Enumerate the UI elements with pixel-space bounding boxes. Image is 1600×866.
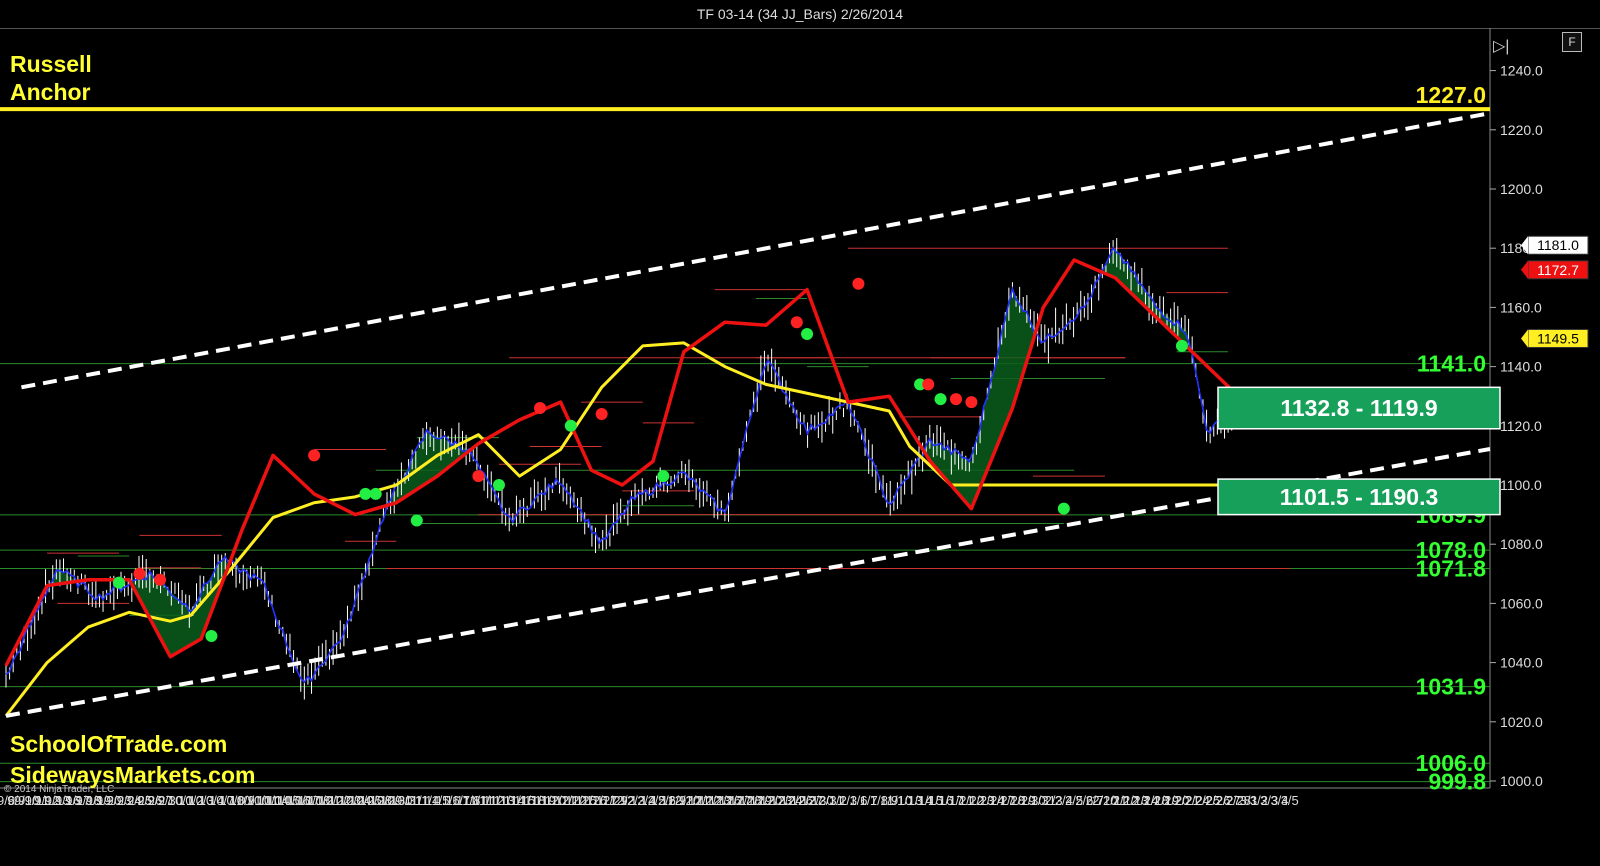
- window-title: TF 03-14 (34 JJ_Bars) 2/26/2014: [696, 6, 904, 22]
- signal-dot: [154, 573, 167, 586]
- price-tag-pointer: [1521, 260, 1528, 279]
- level-label: 999.8: [1428, 769, 1486, 795]
- scroll-to-end-icon[interactable]: ▷|: [1493, 36, 1517, 56]
- level-label: 1031.9: [1416, 674, 1486, 700]
- signal-dot: [133, 567, 146, 580]
- y-tick-label: 1000.0: [1500, 773, 1543, 789]
- price-tag-pointer: [1521, 329, 1528, 348]
- slow-average-line: [4, 341, 1259, 717]
- signal-dot: [934, 393, 947, 406]
- signal-dot: [965, 396, 978, 409]
- y-tick-label: 1060.0: [1500, 595, 1543, 611]
- signal-dot: [112, 576, 125, 589]
- y-tick-label: 1040.0: [1500, 655, 1543, 671]
- copyright-text: © 2014 NinjaTrader, LLC: [4, 784, 115, 795]
- signal-dot: [922, 378, 935, 391]
- level-label: 1141.0: [1417, 351, 1486, 377]
- zone-label: 1101.5 - 1190.3: [1280, 484, 1439, 510]
- price-tag-label: 1181.0: [1537, 237, 1579, 253]
- y-tick-label: 1080.0: [1500, 536, 1543, 552]
- instrument-label-line1: Russell: [10, 51, 92, 77]
- signal-dot: [308, 449, 321, 462]
- y-tick-label: 1200.0: [1500, 181, 1543, 197]
- zone-label: 1132.8 - 1119.9: [1280, 395, 1437, 421]
- signal-dot: [472, 470, 485, 483]
- signal-dot: [801, 328, 814, 341]
- y-tick-label: 1220.0: [1500, 122, 1543, 138]
- level-label: 1227.0: [1416, 82, 1486, 108]
- signal-dot: [949, 393, 962, 406]
- y-tick-label: 1100.0: [1500, 477, 1542, 493]
- signal-dot: [852, 277, 865, 290]
- signal-dot: [1175, 339, 1188, 352]
- signal-dot: [205, 629, 218, 642]
- signal-dot: [790, 316, 803, 329]
- signal-dot: [564, 419, 577, 432]
- y-tick-label: 1140.0: [1500, 359, 1542, 375]
- price-tag-label: 1172.7: [1537, 262, 1579, 278]
- signal-dot: [657, 470, 670, 483]
- signal-dot: [410, 514, 423, 527]
- level-label: 1071.8: [1416, 555, 1487, 581]
- upper-channel-line: [21, 111, 1491, 390]
- f-button[interactable]: F: [1562, 32, 1582, 52]
- trend-fill-area: [6, 248, 1259, 666]
- y-tick-label: 1160.0: [1500, 299, 1542, 315]
- x-tick-label: 3/5: [1281, 793, 1299, 808]
- y-tick-label: 1120.0: [1500, 418, 1542, 434]
- signal-dot: [534, 402, 547, 415]
- title-bar: TF 03-14 (34 JJ_Bars) 2/26/2014: [0, 0, 1600, 29]
- price-tag-label: 1149.5: [1537, 330, 1579, 346]
- signal-dot: [1057, 502, 1070, 515]
- instrument-label-line2: Anchor: [10, 79, 91, 105]
- signal-dot: [359, 487, 372, 500]
- watermark-schooloftrade: SchoolOfTrade.com: [10, 731, 228, 757]
- signal-dot: [492, 479, 505, 491]
- price-chart[interactable]: 1000.0 1020.0 1040.0 1060.0 1080.0 1100.0 1120…: [0, 28, 1600, 866]
- signal-dot: [595, 407, 608, 420]
- signal-dot: [369, 487, 382, 500]
- y-tick-label: 1020.0: [1500, 714, 1543, 730]
- y-tick-label: 1240.0: [1500, 63, 1543, 79]
